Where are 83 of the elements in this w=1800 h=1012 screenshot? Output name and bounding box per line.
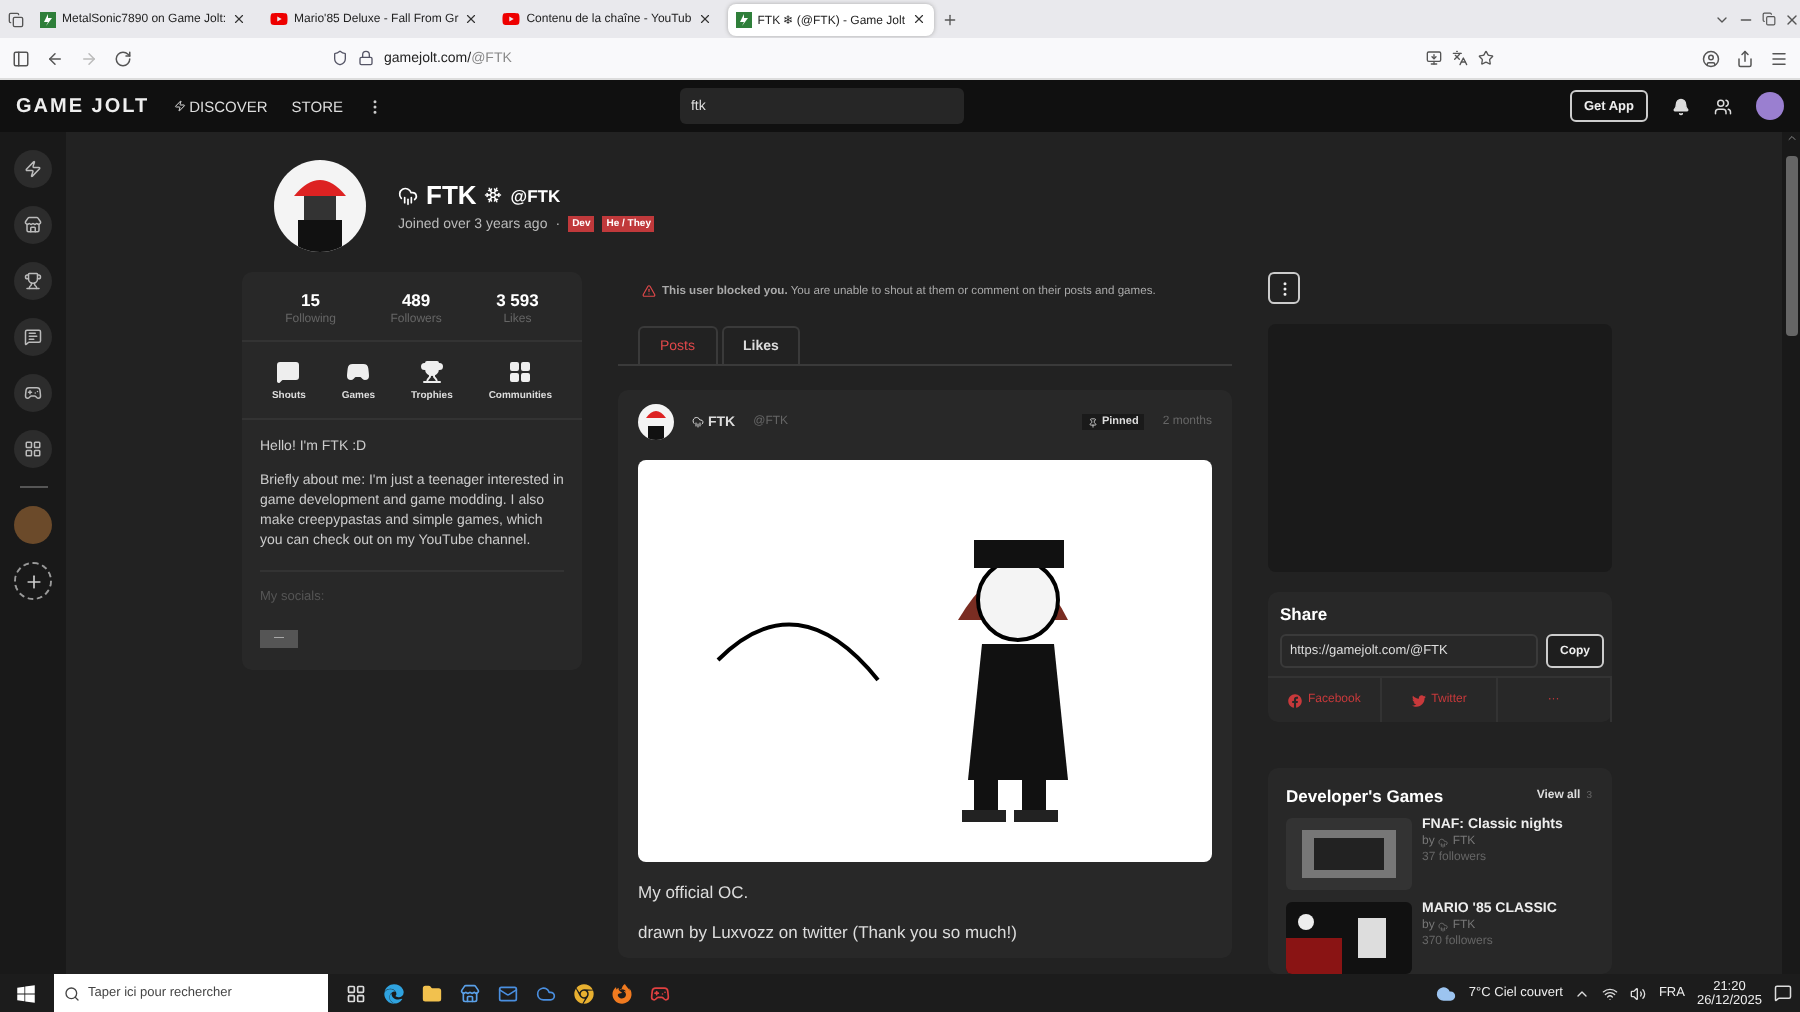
four-circles-icon <box>508 360 533 384</box>
bolt-icon <box>24 160 42 178</box>
play-logo-icon <box>502 10 521 28</box>
reload-icon[interactable] <box>114 49 132 67</box>
volume-icon[interactable] <box>1630 985 1647 1001</box>
chat-icon <box>24 328 42 346</box>
back-icon[interactable] <box>46 49 64 67</box>
facebook-icon <box>1287 693 1302 707</box>
pin-icon <box>1087 417 1098 427</box>
close-icon[interactable] <box>464 12 479 26</box>
star-icon[interactable] <box>1478 50 1494 66</box>
shield-icon <box>332 50 348 66</box>
menu-icon[interactable] <box>1770 49 1788 67</box>
grid-icon <box>24 440 42 458</box>
rail-button[interactable] <box>14 150 52 188</box>
restore-icon[interactable] <box>1762 12 1776 26</box>
plus-icon <box>23 571 43 591</box>
edge-icon[interactable] <box>384 983 404 1003</box>
weather-icon <box>1436 983 1457 1003</box>
trophy-icon <box>419 360 444 384</box>
cloud-icon <box>692 416 704 428</box>
gamepad-icon <box>24 384 42 402</box>
play-logo-icon <box>270 10 289 28</box>
search-icon <box>64 985 80 1001</box>
profile-handle: @FTK <box>510 185 561 205</box>
more-button[interactable] <box>1268 272 1300 304</box>
add-community-button[interactable] <box>14 562 52 600</box>
install-icon[interactable] <box>1426 50 1442 66</box>
twitter-icon <box>1411 693 1426 707</box>
site-logo-icon <box>40 11 56 27</box>
rail-button[interactable] <box>14 262 52 300</box>
folder-icon[interactable] <box>422 983 442 1003</box>
close-icon[interactable] <box>911 12 925 26</box>
close-icon[interactable] <box>1784 11 1800 27</box>
rail-button[interactable] <box>14 206 52 244</box>
share-icon[interactable] <box>1736 49 1754 67</box>
post-text: My official OC. <box>638 882 751 902</box>
stat-value[interactable]: 15 <box>301 290 321 310</box>
post-text: drawn by Luxvozz on twitter (Thank you so much!) <box>638 922 1019 942</box>
store-icon[interactable] <box>460 983 480 1003</box>
profile-avatar <box>274 160 366 252</box>
rail-button[interactable] <box>14 374 52 412</box>
people-icon[interactable] <box>1714 97 1732 115</box>
games-title: Developer's Games <box>1286 786 1444 806</box>
notifications-icon[interactable] <box>1774 984 1792 1002</box>
new-tab-icon[interactable] <box>941 11 957 27</box>
cloud-icon <box>398 185 418 205</box>
translate-icon[interactable] <box>1452 50 1468 66</box>
bell-icon[interactable] <box>1672 97 1690 115</box>
stat-value[interactable]: 3 593 <box>496 290 539 310</box>
user-avatar[interactable] <box>1756 92 1784 120</box>
network-icon[interactable] <box>1602 985 1619 1001</box>
rail-button[interactable] <box>14 430 52 468</box>
site-logo-icon <box>735 11 752 27</box>
lock-icon <box>358 50 374 66</box>
task-view-icon[interactable] <box>346 983 366 1003</box>
store-icon <box>24 216 42 234</box>
chrome-icon[interactable] <box>574 983 594 1003</box>
share-title: Share <box>1278 604 1330 624</box>
stat-value[interactable]: 489 <box>401 290 431 310</box>
snowflake-icon <box>484 186 503 204</box>
site-logo[interactable]: GAME JOLT <box>16 95 150 117</box>
close-icon[interactable] <box>697 12 712 26</box>
sidebar-icon[interactable] <box>12 49 30 67</box>
gamepad-icon <box>346 360 371 384</box>
cloud-icon <box>1438 837 1449 847</box>
cloud-app-icon[interactable] <box>536 983 556 1003</box>
account-icon[interactable] <box>1702 49 1720 67</box>
post-avatar <box>638 404 674 440</box>
mail-icon[interactable] <box>498 983 518 1003</box>
firefox-icon[interactable] <box>612 983 632 1003</box>
profile-name: FTK <box>426 180 477 210</box>
gamepad-icon[interactable] <box>650 983 670 1003</box>
speech-bubble-icon <box>276 360 301 384</box>
bolt-icon <box>173 100 186 112</box>
close-icon[interactable] <box>232 12 247 26</box>
scrollbar-thumb[interactable] <box>1785 156 1797 336</box>
start-icon[interactable] <box>16 983 36 1003</box>
warning-icon <box>642 284 656 298</box>
trophy-icon <box>24 272 42 290</box>
rail-button[interactable] <box>14 318 52 356</box>
cloud-icon <box>1438 921 1449 931</box>
tab-overview-icon[interactable] <box>8 11 24 27</box>
